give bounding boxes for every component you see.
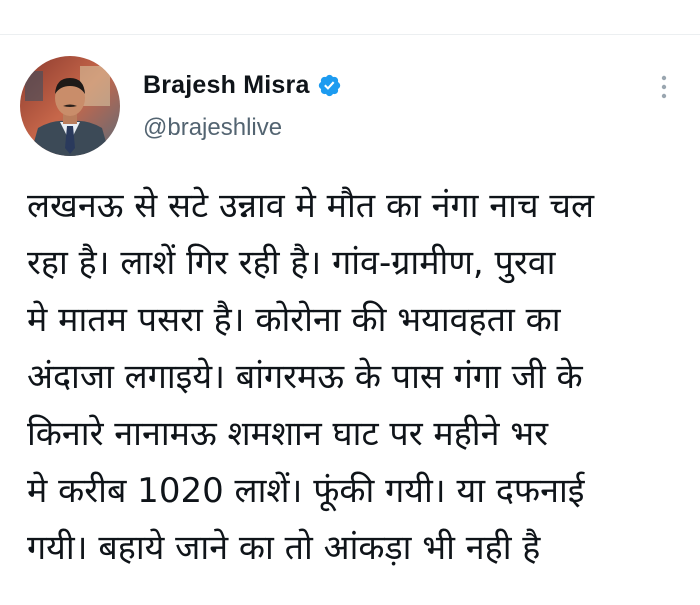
tweet-text-line: मे करीब 1020 लाशें। फूंकी गयी। या दफनाई xyxy=(27,471,585,511)
author-handle[interactable]: @brajeshlive xyxy=(143,114,282,142)
tweet-text-line: मे मातम पसरा है। कोरोना की भयावहता का xyxy=(27,300,561,340)
tweet-card: Brajesh Misra @brajeshlive लखनऊ से सटे उ… xyxy=(0,0,700,605)
tweet-text-line: रहा है। लाशें गिर रही है। गांव-ग्रामीण, … xyxy=(27,243,556,283)
author-display-name[interactable]: Brajesh Misra xyxy=(143,71,310,100)
more-options-icon xyxy=(661,75,667,99)
tweet-text-line: किनारे नानामऊ शमशान घाट पर महीने भर xyxy=(27,414,549,454)
tweet-text: लखनऊ से सटे उन्नाव मे मौत का नंगा नाच चल… xyxy=(27,178,687,577)
verified-badge-icon xyxy=(317,73,342,98)
more-options-button[interactable] xyxy=(654,73,674,101)
author-avatar[interactable] xyxy=(20,56,120,156)
tweet-text-line: गयी। बहाये जाने का तो आंकड़ा भी नही है xyxy=(27,528,541,568)
tweet-text-line: अंदाजा लगाइये। बांगरमऊ के पास गंगा जी के xyxy=(27,357,583,397)
top-divider xyxy=(0,34,700,35)
tweet-text-line: लखनऊ से सटे उन्नाव मे मौत का नंगा नाच चल xyxy=(27,186,595,226)
author-name-row[interactable]: Brajesh Misra xyxy=(143,68,342,102)
avatar-photo-icon xyxy=(20,56,120,156)
